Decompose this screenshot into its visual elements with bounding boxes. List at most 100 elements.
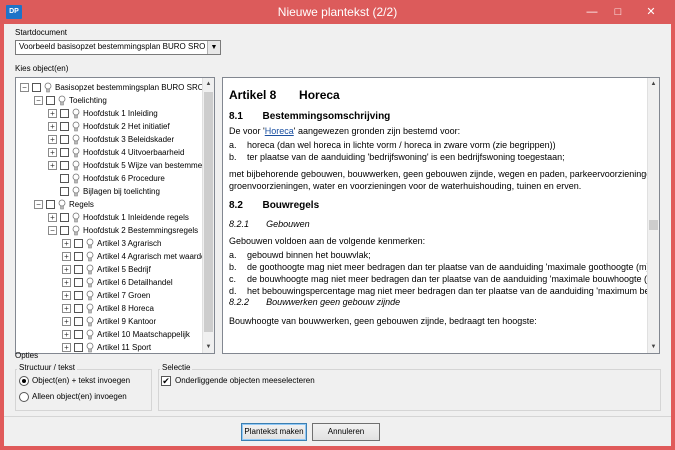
expand-icon[interactable]: + bbox=[62, 303, 71, 313]
expand-icon[interactable]: + bbox=[48, 121, 57, 131]
lightbulb-icon bbox=[72, 225, 80, 236]
tree-item-checkbox[interactable] bbox=[32, 82, 41, 92]
scroll-down-arrow-icon[interactable]: ▼ bbox=[203, 341, 214, 353]
expand-icon[interactable]: + bbox=[62, 342, 71, 352]
minimize-button[interactable]: — bbox=[579, 2, 605, 22]
tree-item[interactable]: + Artikel 3 Agrarisch bbox=[62, 237, 161, 249]
subobjects-checkbox-label[interactable]: Onderliggende objecten meeselecteren bbox=[175, 376, 315, 385]
tree-item-checkbox[interactable] bbox=[74, 277, 83, 287]
dropdown-arrow-icon[interactable]: ▼ bbox=[207, 41, 220, 54]
subsection-title: Gebouwen bbox=[266, 219, 310, 229]
lightbulb-icon bbox=[72, 147, 80, 158]
tree-item[interactable]: + Hoofdstuk 2 Het initiatief bbox=[48, 120, 170, 132]
tree-item[interactable]: − Regels bbox=[34, 198, 94, 210]
tree-item[interactable]: + Artikel 10 Maatschappelijk bbox=[62, 328, 190, 340]
cancel-button[interactable]: Annuleren bbox=[312, 423, 380, 441]
radio-objects-with-text[interactable] bbox=[19, 376, 29, 386]
tree-item-checkbox[interactable] bbox=[46, 95, 55, 105]
scroll-up-arrow-icon[interactable]: ▲ bbox=[203, 78, 214, 90]
object-tree[interactable]: − Basisopzet bestemmingsplan BURO SRO − Toe… bbox=[15, 77, 215, 354]
tree-item-checkbox[interactable] bbox=[74, 329, 83, 339]
tree-item-checkbox[interactable] bbox=[74, 316, 83, 326]
tree-item[interactable]: − Hoofdstuk 2 Bestemmingsregels bbox=[48, 224, 198, 236]
title-bar[interactable]: DP Nieuwe plantekst (2/2) — □ ✕ bbox=[0, 0, 675, 24]
tree-item[interactable]: + Artikel 11 Sport bbox=[62, 341, 151, 353]
tree-item[interactable]: Hoofdstuk 6 Procedure bbox=[48, 172, 165, 184]
body-paragraph: groenvoorzieningen, water en voorziening… bbox=[229, 181, 582, 191]
scroll-down-arrow-icon[interactable]: ▼ bbox=[648, 341, 659, 353]
subobjects-checkbox[interactable]: ✔ bbox=[161, 376, 171, 386]
tree-item-checkbox[interactable] bbox=[60, 108, 69, 118]
scroll-thumb[interactable] bbox=[204, 92, 213, 332]
radio-objects-only-label[interactable]: Alleen object(en) invoegen bbox=[32, 392, 127, 401]
scroll-thumb[interactable] bbox=[649, 220, 658, 230]
tree-item-checkbox[interactable] bbox=[74, 264, 83, 274]
tree-item[interactable]: − Basisopzet bestemmingsplan BURO SRO bbox=[20, 81, 203, 93]
tree-item-checkbox[interactable] bbox=[74, 290, 83, 300]
document-scrollbar[interactable]: ▲ ▼ bbox=[647, 78, 659, 353]
expand-icon[interactable]: + bbox=[48, 134, 57, 144]
tree-item-checkbox[interactable] bbox=[60, 121, 69, 131]
tree-item[interactable]: + Artikel 7 Groen bbox=[62, 289, 150, 301]
expand-icon[interactable]: + bbox=[62, 290, 71, 300]
tree-item[interactable]: + Artikel 8 Horeca bbox=[62, 302, 154, 314]
create-plantext-button[interactable]: Plantekst maken bbox=[241, 423, 307, 441]
expand-icon[interactable]: + bbox=[62, 264, 71, 274]
tree-item[interactable]: + Hoofdstuk 1 Inleiding bbox=[48, 107, 158, 119]
expand-icon[interactable]: + bbox=[48, 160, 57, 170]
tree-item-checkbox[interactable] bbox=[74, 303, 83, 313]
maximize-button[interactable]: □ bbox=[605, 2, 631, 22]
tree-item-checkbox[interactable] bbox=[74, 238, 83, 248]
expand-icon[interactable]: + bbox=[62, 251, 71, 261]
collapse-icon[interactable]: − bbox=[34, 95, 43, 105]
lightbulb-icon bbox=[72, 160, 80, 171]
tree-item[interactable]: Bijlagen bij toelichting bbox=[48, 185, 160, 197]
horeca-link[interactable]: Horeca bbox=[265, 126, 294, 136]
lightbulb-icon bbox=[86, 290, 94, 301]
scroll-up-arrow-icon[interactable]: ▲ bbox=[648, 78, 659, 90]
tree-item[interactable]: + Hoofdstuk 5 Wijze van bestemmen bbox=[48, 159, 203, 171]
tree-item-checkbox[interactable] bbox=[74, 342, 83, 352]
expand-icon[interactable]: + bbox=[62, 277, 71, 287]
collapse-icon[interactable]: − bbox=[48, 225, 57, 235]
tree-item-checkbox[interactable] bbox=[46, 199, 55, 209]
tree-item-checkbox[interactable] bbox=[60, 173, 69, 183]
tree-item-label: Artikel 9 Kantoor bbox=[97, 316, 157, 326]
tree-item-label: Hoofdstuk 2 Het initiatief bbox=[83, 121, 170, 131]
tree-item[interactable]: + Hoofdstuk 1 Inleidende regels bbox=[48, 211, 189, 223]
tree-item-checkbox[interactable] bbox=[60, 225, 69, 235]
tree-item[interactable]: + Artikel 6 Detailhandel bbox=[62, 276, 173, 288]
close-button[interactable]: ✕ bbox=[631, 2, 671, 22]
expand-icon[interactable]: + bbox=[62, 316, 71, 326]
structure-label: Structuur / tekst bbox=[17, 363, 78, 372]
collapse-icon[interactable]: − bbox=[20, 82, 29, 92]
tree-items: − Basisopzet bestemmingsplan BURO SRO − Toe… bbox=[16, 78, 203, 353]
tree-item[interactable]: − Toelichting bbox=[34, 94, 107, 106]
tree-item-checkbox[interactable] bbox=[60, 212, 69, 222]
tree-item-checkbox[interactable] bbox=[74, 251, 83, 261]
tree-item-checkbox[interactable] bbox=[60, 160, 69, 170]
intro-text: De voor ' bbox=[229, 126, 265, 136]
expand-icon[interactable]: + bbox=[62, 329, 71, 339]
tree-item[interactable]: + Artikel 5 Bedrijf bbox=[62, 263, 151, 275]
subsection-number: 8.2.2 bbox=[229, 297, 250, 307]
tree-item[interactable]: + Hoofdstuk 3 Beleidskader bbox=[48, 133, 174, 145]
tree-item-label: Artikel 6 Detailhandel bbox=[97, 277, 173, 287]
radio-objects-with-text-label[interactable]: Object(en) + tekst invoegen bbox=[32, 376, 130, 385]
collapse-icon[interactable]: − bbox=[34, 199, 43, 209]
expand-icon[interactable]: + bbox=[62, 238, 71, 248]
tree-item-checkbox[interactable] bbox=[60, 147, 69, 157]
expand-icon[interactable]: + bbox=[48, 212, 57, 222]
tree-item-checkbox[interactable] bbox=[60, 134, 69, 144]
tree-item[interactable]: + Artikel 9 Kantoor bbox=[62, 315, 156, 327]
tree-item[interactable]: + Hoofdstuk 4 Uitvoerbaarheid bbox=[48, 146, 184, 158]
tree-item[interactable]: + Artikel 4 Agrarisch met waarde bbox=[62, 250, 203, 262]
tree-scrollbar[interactable]: ▲ ▼ bbox=[202, 78, 214, 353]
tree-item-checkbox[interactable] bbox=[60, 186, 69, 196]
startdocument-select[interactable]: Voorbeeld basisopzet bestemmingsplan BUR… bbox=[15, 40, 221, 55]
expand-icon[interactable]: + bbox=[48, 108, 57, 118]
radio-objects-only[interactable] bbox=[19, 392, 29, 402]
lightbulb-icon bbox=[72, 121, 80, 132]
expand-icon[interactable]: + bbox=[48, 147, 57, 157]
list-item-text: het bebouwingspercentage mag niet meer b… bbox=[247, 286, 647, 296]
